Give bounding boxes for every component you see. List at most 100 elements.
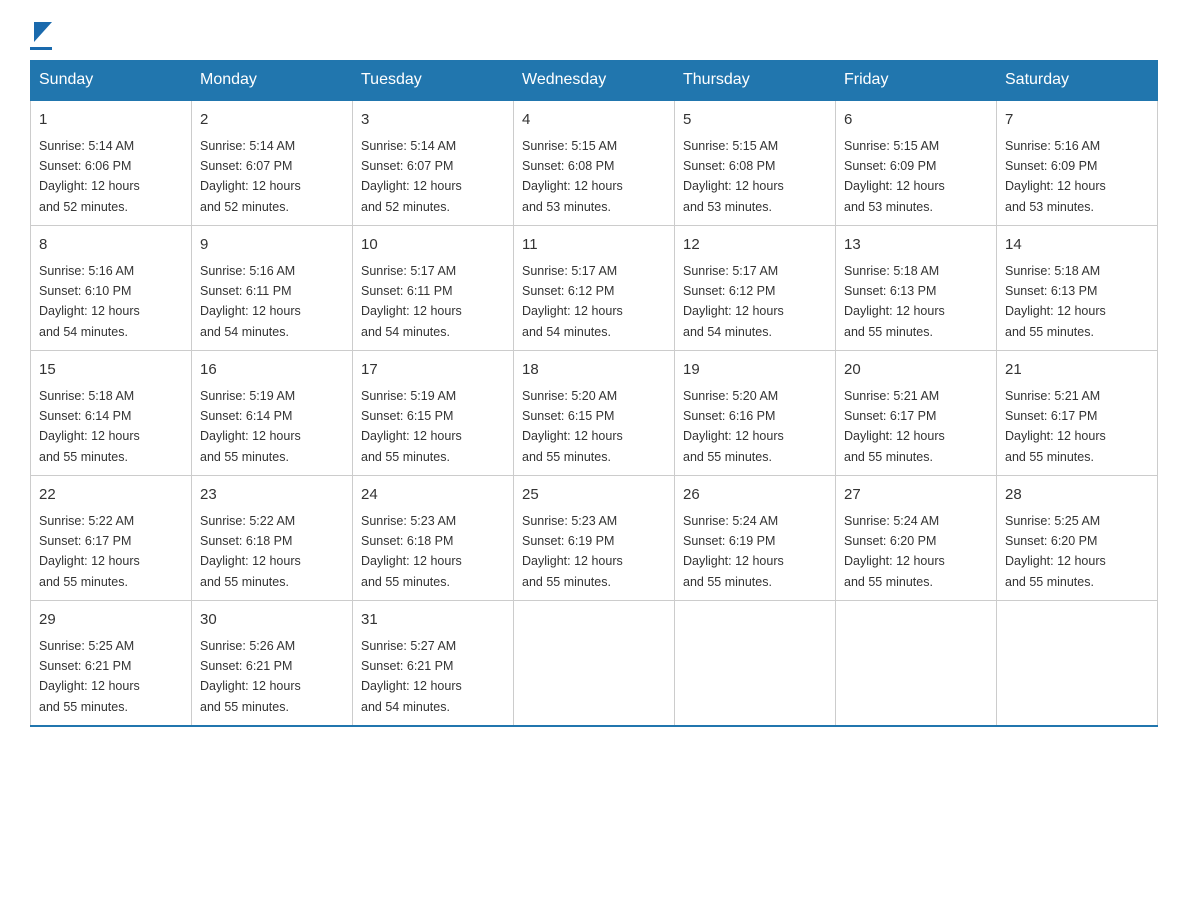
calendar-cell: 16 Sunrise: 5:19 AMSunset: 6:14 PMDaylig… xyxy=(192,351,353,476)
day-info: Sunrise: 5:21 AMSunset: 6:17 PMDaylight:… xyxy=(1005,389,1106,464)
day-info: Sunrise: 5:14 AMSunset: 6:07 PMDaylight:… xyxy=(361,139,462,214)
day-info: Sunrise: 5:16 AMSunset: 6:10 PMDaylight:… xyxy=(39,264,140,339)
day-number: 2 xyxy=(200,109,344,132)
day-number: 7 xyxy=(1005,109,1149,132)
weekday-header-wednesday: Wednesday xyxy=(514,61,675,101)
calendar-cell: 22 Sunrise: 5:22 AMSunset: 6:17 PMDaylig… xyxy=(31,476,192,601)
day-number: 1 xyxy=(39,109,183,132)
calendar-cell: 25 Sunrise: 5:23 AMSunset: 6:19 PMDaylig… xyxy=(514,476,675,601)
weekday-header-saturday: Saturday xyxy=(997,61,1158,101)
day-info: Sunrise: 5:23 AMSunset: 6:19 PMDaylight:… xyxy=(522,514,623,589)
day-number: 25 xyxy=(522,484,666,507)
calendar-cell: 3 Sunrise: 5:14 AMSunset: 6:07 PMDayligh… xyxy=(353,100,514,226)
day-info: Sunrise: 5:27 AMSunset: 6:21 PMDaylight:… xyxy=(361,639,462,714)
day-number: 23 xyxy=(200,484,344,507)
weekday-header-thursday: Thursday xyxy=(675,61,836,101)
day-number: 28 xyxy=(1005,484,1149,507)
calendar-cell: 4 Sunrise: 5:15 AMSunset: 6:08 PMDayligh… xyxy=(514,100,675,226)
calendar-cell: 27 Sunrise: 5:24 AMSunset: 6:20 PMDaylig… xyxy=(836,476,997,601)
logo xyxy=(30,20,52,50)
day-number: 11 xyxy=(522,234,666,257)
calendar-cell: 26 Sunrise: 5:24 AMSunset: 6:19 PMDaylig… xyxy=(675,476,836,601)
day-number: 18 xyxy=(522,359,666,382)
calendar-cell: 10 Sunrise: 5:17 AMSunset: 6:11 PMDaylig… xyxy=(353,226,514,351)
day-info: Sunrise: 5:24 AMSunset: 6:20 PMDaylight:… xyxy=(844,514,945,589)
calendar-cell: 5 Sunrise: 5:15 AMSunset: 6:08 PMDayligh… xyxy=(675,100,836,226)
calendar-cell: 13 Sunrise: 5:18 AMSunset: 6:13 PMDaylig… xyxy=(836,226,997,351)
calendar-cell: 7 Sunrise: 5:16 AMSunset: 6:09 PMDayligh… xyxy=(997,100,1158,226)
day-number: 10 xyxy=(361,234,505,257)
day-info: Sunrise: 5:26 AMSunset: 6:21 PMDaylight:… xyxy=(200,639,301,714)
day-info: Sunrise: 5:20 AMSunset: 6:16 PMDaylight:… xyxy=(683,389,784,464)
day-number: 26 xyxy=(683,484,827,507)
day-number: 16 xyxy=(200,359,344,382)
calendar-cell: 29 Sunrise: 5:25 AMSunset: 6:21 PMDaylig… xyxy=(31,601,192,727)
day-number: 30 xyxy=(200,609,344,632)
calendar-cell: 6 Sunrise: 5:15 AMSunset: 6:09 PMDayligh… xyxy=(836,100,997,226)
calendar-cell: 21 Sunrise: 5:21 AMSunset: 6:17 PMDaylig… xyxy=(997,351,1158,476)
calendar-cell: 17 Sunrise: 5:19 AMSunset: 6:15 PMDaylig… xyxy=(353,351,514,476)
day-number: 22 xyxy=(39,484,183,507)
day-number: 31 xyxy=(361,609,505,632)
day-info: Sunrise: 5:20 AMSunset: 6:15 PMDaylight:… xyxy=(522,389,623,464)
calendar-cell: 8 Sunrise: 5:16 AMSunset: 6:10 PMDayligh… xyxy=(31,226,192,351)
day-info: Sunrise: 5:21 AMSunset: 6:17 PMDaylight:… xyxy=(844,389,945,464)
week-row-4: 22 Sunrise: 5:22 AMSunset: 6:17 PMDaylig… xyxy=(31,476,1158,601)
day-number: 15 xyxy=(39,359,183,382)
calendar-cell: 20 Sunrise: 5:21 AMSunset: 6:17 PMDaylig… xyxy=(836,351,997,476)
day-info: Sunrise: 5:25 AMSunset: 6:21 PMDaylight:… xyxy=(39,639,140,714)
calendar-cell: 19 Sunrise: 5:20 AMSunset: 6:16 PMDaylig… xyxy=(675,351,836,476)
page-header xyxy=(30,20,1158,50)
day-number: 5 xyxy=(683,109,827,132)
day-number: 21 xyxy=(1005,359,1149,382)
day-number: 17 xyxy=(361,359,505,382)
week-row-2: 8 Sunrise: 5:16 AMSunset: 6:10 PMDayligh… xyxy=(31,226,1158,351)
weekday-header-monday: Monday xyxy=(192,61,353,101)
week-row-5: 29 Sunrise: 5:25 AMSunset: 6:21 PMDaylig… xyxy=(31,601,1158,727)
day-info: Sunrise: 5:18 AMSunset: 6:14 PMDaylight:… xyxy=(39,389,140,464)
logo-triangle-icon xyxy=(34,22,52,47)
weekday-header-sunday: Sunday xyxy=(31,61,192,101)
week-row-1: 1 Sunrise: 5:14 AMSunset: 6:06 PMDayligh… xyxy=(31,100,1158,226)
day-info: Sunrise: 5:15 AMSunset: 6:09 PMDaylight:… xyxy=(844,139,945,214)
day-number: 29 xyxy=(39,609,183,632)
day-info: Sunrise: 5:17 AMSunset: 6:12 PMDaylight:… xyxy=(683,264,784,339)
day-info: Sunrise: 5:25 AMSunset: 6:20 PMDaylight:… xyxy=(1005,514,1106,589)
day-number: 6 xyxy=(844,109,988,132)
day-info: Sunrise: 5:19 AMSunset: 6:15 PMDaylight:… xyxy=(361,389,462,464)
day-number: 9 xyxy=(200,234,344,257)
day-number: 24 xyxy=(361,484,505,507)
day-info: Sunrise: 5:17 AMSunset: 6:12 PMDaylight:… xyxy=(522,264,623,339)
day-info: Sunrise: 5:22 AMSunset: 6:17 PMDaylight:… xyxy=(39,514,140,589)
calendar-cell: 24 Sunrise: 5:23 AMSunset: 6:18 PMDaylig… xyxy=(353,476,514,601)
weekday-header-row: SundayMondayTuesdayWednesdayThursdayFrid… xyxy=(31,61,1158,101)
weekday-header-friday: Friday xyxy=(836,61,997,101)
calendar-cell: 2 Sunrise: 5:14 AMSunset: 6:07 PMDayligh… xyxy=(192,100,353,226)
day-info: Sunrise: 5:18 AMSunset: 6:13 PMDaylight:… xyxy=(1005,264,1106,339)
day-number: 27 xyxy=(844,484,988,507)
day-info: Sunrise: 5:14 AMSunset: 6:07 PMDaylight:… xyxy=(200,139,301,214)
day-number: 3 xyxy=(361,109,505,132)
calendar-cell xyxy=(675,601,836,727)
calendar-table: SundayMondayTuesdayWednesdayThursdayFrid… xyxy=(30,60,1158,727)
calendar-cell: 30 Sunrise: 5:26 AMSunset: 6:21 PMDaylig… xyxy=(192,601,353,727)
calendar-cell: 31 Sunrise: 5:27 AMSunset: 6:21 PMDaylig… xyxy=(353,601,514,727)
day-info: Sunrise: 5:18 AMSunset: 6:13 PMDaylight:… xyxy=(844,264,945,339)
day-info: Sunrise: 5:16 AMSunset: 6:11 PMDaylight:… xyxy=(200,264,301,339)
calendar-cell xyxy=(514,601,675,727)
day-info: Sunrise: 5:22 AMSunset: 6:18 PMDaylight:… xyxy=(200,514,301,589)
weekday-header-tuesday: Tuesday xyxy=(353,61,514,101)
day-info: Sunrise: 5:14 AMSunset: 6:06 PMDaylight:… xyxy=(39,139,140,214)
day-number: 13 xyxy=(844,234,988,257)
day-number: 8 xyxy=(39,234,183,257)
day-info: Sunrise: 5:15 AMSunset: 6:08 PMDaylight:… xyxy=(683,139,784,214)
day-number: 4 xyxy=(522,109,666,132)
calendar-cell: 28 Sunrise: 5:25 AMSunset: 6:20 PMDaylig… xyxy=(997,476,1158,601)
calendar-cell: 18 Sunrise: 5:20 AMSunset: 6:15 PMDaylig… xyxy=(514,351,675,476)
calendar-cell: 15 Sunrise: 5:18 AMSunset: 6:14 PMDaylig… xyxy=(31,351,192,476)
day-info: Sunrise: 5:17 AMSunset: 6:11 PMDaylight:… xyxy=(361,264,462,339)
week-row-3: 15 Sunrise: 5:18 AMSunset: 6:14 PMDaylig… xyxy=(31,351,1158,476)
calendar-cell xyxy=(997,601,1158,727)
day-info: Sunrise: 5:23 AMSunset: 6:18 PMDaylight:… xyxy=(361,514,462,589)
day-number: 12 xyxy=(683,234,827,257)
